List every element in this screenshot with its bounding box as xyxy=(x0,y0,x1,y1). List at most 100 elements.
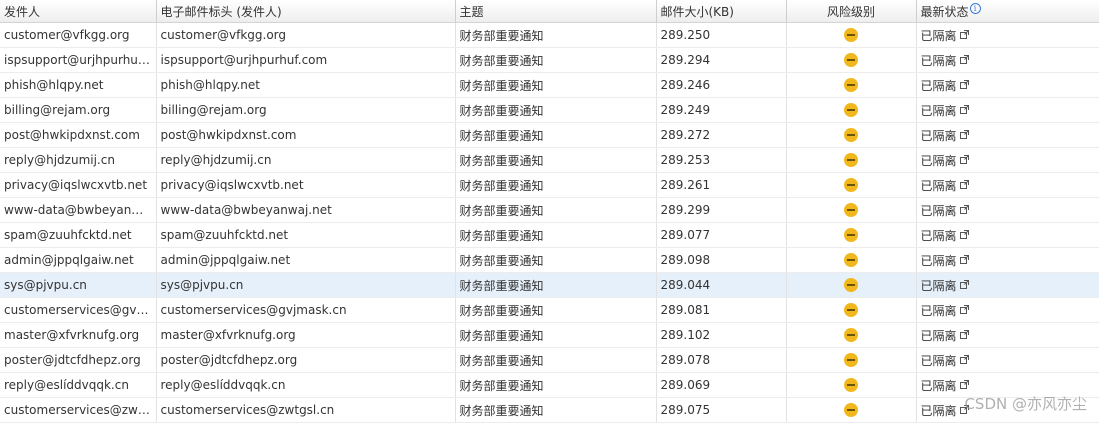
minus-circle-icon xyxy=(844,228,858,243)
table-row[interactable]: www-data@bwbeyanwaj.... www-data@bwbeyanw… xyxy=(0,197,1099,223)
status-label: 已隔离 xyxy=(920,228,957,243)
cell-risk xyxy=(786,97,917,123)
cell-subject: 财务部重要通知 xyxy=(455,22,657,48)
cell-sender: customer@vfkgg.org xyxy=(0,22,157,48)
cell-subject: 财务部重要通知 xyxy=(455,122,657,148)
column-header-risk[interactable]: 风险级别 xyxy=(786,0,917,23)
cell-risk xyxy=(786,47,917,73)
column-header-sender[interactable]: 发件人 xyxy=(0,0,157,23)
table-row[interactable]: sys@pjvpu.cn sys@pjvpu.cn 财务部重要通知 289.044 已隔… xyxy=(0,272,1099,298)
cell-subject: 财务部重要通知 xyxy=(455,397,657,423)
cell-size: 289.077 xyxy=(656,222,787,248)
cell-risk xyxy=(786,122,917,148)
cell-header-sender: billing@rejam.org xyxy=(156,97,456,123)
table-row[interactable]: phish@hlqpy.net phish@hlqpy.net 财务部重要通知 289… xyxy=(0,72,1099,98)
external-link-icon[interactable] xyxy=(959,78,969,92)
cell-size: 289.299 xyxy=(656,197,787,223)
status-label: 已隔离 xyxy=(920,403,957,418)
cell-risk xyxy=(786,397,917,423)
cell-subject: 财务部重要通知 xyxy=(455,347,657,373)
cell-subject: 财务部重要通知 xyxy=(455,322,657,348)
table-row[interactable]: privacy@iqslwcxvtb.net privacy@iqslwcxvtb… xyxy=(0,172,1099,198)
cell-header-sender: reply@eslíddvqqk.cn xyxy=(156,372,456,398)
cell-header-sender: reply@hjdzumij.cn xyxy=(156,147,456,173)
cell-sender: phish@hlqpy.net xyxy=(0,72,157,98)
external-link-icon[interactable] xyxy=(959,378,969,392)
cell-header-sender: customerservices@gvjmask.cn xyxy=(156,297,456,323)
external-link-icon[interactable] xyxy=(959,278,969,292)
cell-header-sender: www-data@bwbeyanwaj.net xyxy=(156,197,456,223)
status-label: 已隔离 xyxy=(920,253,957,268)
minus-circle-icon xyxy=(844,253,858,268)
status-label: 已隔离 xyxy=(920,353,957,368)
cell-risk xyxy=(786,197,917,223)
external-link-icon[interactable] xyxy=(959,128,969,142)
cell-header-sender: sys@pjvpu.cn xyxy=(156,272,456,298)
column-header-size[interactable]: 邮件大小(KB) xyxy=(656,0,787,23)
cell-sender: billing@rejam.org xyxy=(0,97,157,123)
table-row[interactable]: spam@zuuhfcktd.net spam@zuuhfcktd.net 财务部重… xyxy=(0,222,1099,248)
cell-header-sender: master@xfvrknufg.org xyxy=(156,322,456,348)
table-row[interactable]: reply@hjdzumij.cn reply@hjdzumij.cn 财务部重要通… xyxy=(0,147,1099,173)
external-link-icon[interactable] xyxy=(959,303,969,317)
cell-sender: sys@pjvpu.cn xyxy=(0,272,157,298)
cell-status: 已隔离 xyxy=(916,22,1099,48)
external-link-icon[interactable] xyxy=(959,53,969,67)
table-row[interactable]: poster@jdtcfdhepz.org poster@jdtcfdhepz.o… xyxy=(0,347,1099,373)
table-row[interactable]: customer@vfkgg.org customer@vfkgg.org 财务部重… xyxy=(0,22,1099,48)
cell-subject: 财务部重要通知 xyxy=(455,272,657,298)
external-link-icon[interactable] xyxy=(959,228,969,242)
cell-header-sender: poster@jdtcfdhepz.org xyxy=(156,347,456,373)
table-row[interactable]: billing@rejam.org billing@rejam.org 财务部重要通… xyxy=(0,97,1099,123)
minus-circle-icon xyxy=(844,278,858,293)
external-link-icon[interactable] xyxy=(959,103,969,117)
table-row[interactable]: ispsupport@urjhpurhuf.c... ispsupport@urj… xyxy=(0,47,1099,73)
cell-header-sender: customer@vfkgg.org xyxy=(156,22,456,48)
cell-risk xyxy=(786,372,917,398)
minus-circle-icon xyxy=(844,78,858,93)
column-header-subject[interactable]: 主题 xyxy=(455,0,657,23)
cell-risk xyxy=(786,72,917,98)
external-link-icon[interactable] xyxy=(959,253,969,267)
cell-sender: master@xfvrknufg.org xyxy=(0,322,157,348)
cell-status: 已隔离 xyxy=(916,172,1099,198)
cell-size: 289.075 xyxy=(656,397,787,423)
table-row[interactable]: master@xfvrknufg.org master@xfvrknufg.org… xyxy=(0,322,1099,348)
status-label: 已隔离 xyxy=(920,203,957,218)
cell-subject: 财务部重要通知 xyxy=(455,372,657,398)
cell-header-sender: privacy@iqslwcxvtb.net xyxy=(156,172,456,198)
cell-status: 已隔离 xyxy=(916,347,1099,373)
cell-size: 289.081 xyxy=(656,297,787,323)
table-row[interactable]: reply@eslíddvqqk.cn reply@eslíddvqqk.cn 财务… xyxy=(0,372,1099,398)
column-header-header-sender[interactable]: 电子邮件标头 (发件人) xyxy=(156,0,456,23)
external-link-icon[interactable] xyxy=(959,403,969,417)
external-link-icon[interactable] xyxy=(959,28,969,42)
external-link-icon[interactable] xyxy=(959,178,969,192)
minus-circle-icon xyxy=(844,153,858,168)
cell-status: 已隔离 xyxy=(916,222,1099,248)
cell-size: 289.078 xyxy=(656,347,787,373)
cell-subject: 财务部重要通知 xyxy=(455,222,657,248)
cell-risk xyxy=(786,147,917,173)
external-link-icon[interactable] xyxy=(959,153,969,167)
minus-circle-icon xyxy=(844,378,858,393)
table-row[interactable]: admin@jppqlgaiw.net admin@jppqlgaiw.net 财务… xyxy=(0,247,1099,273)
external-link-icon[interactable] xyxy=(959,203,969,217)
cell-subject: 财务部重要通知 xyxy=(455,147,657,173)
column-header-status[interactable]: 最新状态 i xyxy=(916,0,1099,23)
info-icon[interactable]: i xyxy=(969,2,981,14)
table-header: 发件人 电子邮件标头 (发件人) 主题 邮件大小(KB) 风险级别 最新状态 i xyxy=(0,0,1099,23)
cell-size: 289.253 xyxy=(656,147,787,173)
external-link-icon[interactable] xyxy=(959,328,969,342)
minus-circle-icon xyxy=(844,403,858,418)
cell-sender: reply@hjdzumij.cn xyxy=(0,147,157,173)
external-link-icon[interactable] xyxy=(959,353,969,367)
cell-size: 289.250 xyxy=(656,22,787,48)
cell-header-sender: ispsupport@urjhpurhuf.com xyxy=(156,47,456,73)
table-row[interactable]: customerservices@gvjm... customerservices… xyxy=(0,297,1099,323)
table-row[interactable]: customerservices@zwtg... customerservices… xyxy=(0,397,1099,423)
cell-size: 289.044 xyxy=(656,272,787,298)
cell-header-sender: customerservices@zwtgsl.cn xyxy=(156,397,456,423)
table-row[interactable]: post@hwkipdxnst.com post@hwkipdxnst.com 财务… xyxy=(0,122,1099,148)
status-label: 已隔离 xyxy=(920,28,957,43)
